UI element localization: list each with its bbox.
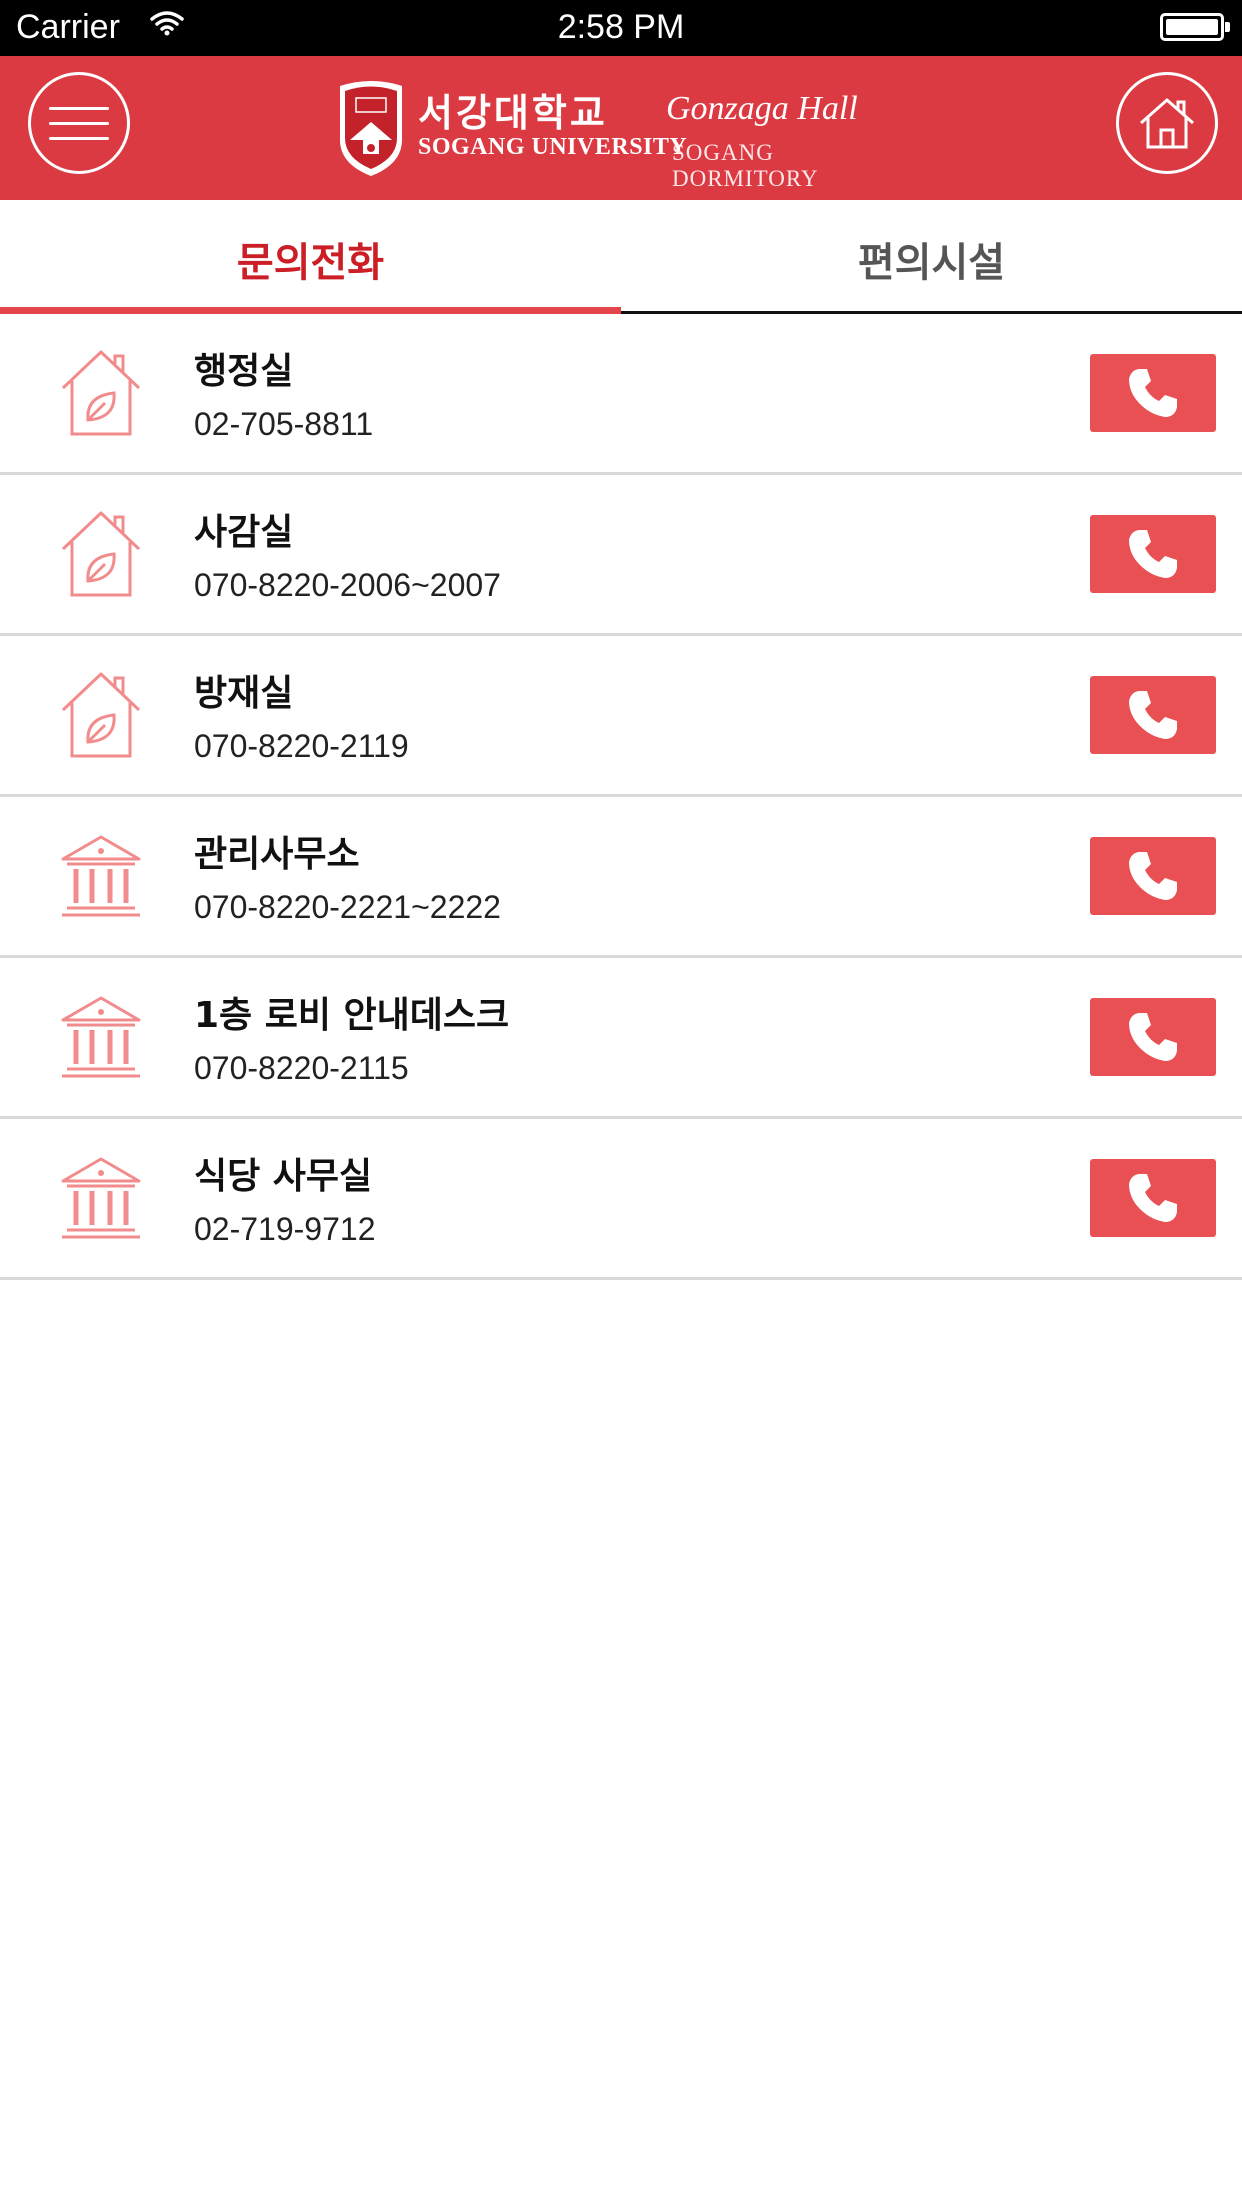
contact-name: 방재실 xyxy=(194,673,294,714)
tab-label: 편의시설 xyxy=(857,240,1006,286)
contact-name: 식당 사무실 xyxy=(194,1156,373,1197)
tab-inquiry-phone[interactable]: 문의전화 xyxy=(0,200,621,314)
call-button[interactable] xyxy=(1090,676,1216,754)
call-button[interactable] xyxy=(1090,837,1216,915)
home-button[interactable] xyxy=(1116,72,1218,174)
app-header: 서강대학교 SOGANG UNIVERSITY Gonzaga Hall SOG… xyxy=(0,56,1242,200)
contact-phone: 02-705-8811 xyxy=(194,406,374,442)
clock: 2:58 PM xyxy=(557,8,685,46)
logo-korean-text: 서강대학교 xyxy=(418,91,608,135)
house-leaf-icon xyxy=(61,511,141,597)
contact-phone: 02-719-9712 xyxy=(194,1211,376,1247)
tab-bar: 문의전화 편의시설 xyxy=(0,200,1242,314)
contact-phone: 070-8220-2115 xyxy=(194,1050,409,1086)
dormitory-label: SOGANG DORMITORY xyxy=(672,140,819,191)
contact-row: 방재실 070-8220-2119 xyxy=(0,636,1242,797)
house-leaf-icon xyxy=(61,672,141,758)
home-icon xyxy=(1140,98,1194,149)
tab-label: 문의전화 xyxy=(236,240,385,286)
contact-row: 사감실 070-8220-2006~2007 xyxy=(0,475,1242,636)
hamburger-menu-icon xyxy=(49,95,109,152)
contact-phone: 070-8220-2221~2222 xyxy=(194,889,501,925)
hall-name: Gonzaga Hall xyxy=(666,90,858,127)
phone-icon xyxy=(1129,1174,1177,1222)
call-button[interactable] xyxy=(1090,354,1216,432)
phone-icon xyxy=(1129,1013,1177,1061)
contact-name: 행정실 xyxy=(194,351,294,392)
tab-facilities[interactable]: 편의시설 xyxy=(621,200,1242,314)
building-icon xyxy=(61,1157,141,1239)
menu-button[interactable] xyxy=(28,72,130,174)
contact-row: 식당 사무실 02-719-9712 xyxy=(0,1119,1242,1280)
university-crest-icon xyxy=(340,81,402,176)
contact-name: 1층 로비 안내데스크 xyxy=(194,995,510,1036)
contact-list: 행정실 02-705-8811 사감실 070-8220-2006~2007 방… xyxy=(0,314,1242,1280)
call-button[interactable] xyxy=(1090,515,1216,593)
contact-name: 사감실 xyxy=(194,512,294,553)
phone-icon xyxy=(1129,369,1177,417)
university-logo: 서강대학교 SOGANG UNIVERSITY Gonzaga Hall SOG… xyxy=(336,74,916,191)
contact-row: 1층 로비 안내데스크 070-8220-2115 xyxy=(0,958,1242,1119)
contact-row: 행정실 02-705-8811 xyxy=(0,314,1242,475)
house-leaf-icon xyxy=(61,350,141,436)
building-icon xyxy=(61,835,141,917)
status-bar: Carrier 2:58 PM xyxy=(0,0,1242,56)
contact-phone: 070-8220-2006~2007 xyxy=(194,567,501,603)
contact-name: 관리사무소 xyxy=(194,834,360,875)
call-button[interactable] xyxy=(1090,1159,1216,1237)
phone-icon xyxy=(1129,691,1177,739)
battery-icon xyxy=(1160,13,1230,41)
call-button[interactable] xyxy=(1090,998,1216,1076)
logo-english-text: SOGANG UNIVERSITY xyxy=(418,134,688,160)
contact-phone: 070-8220-2119 xyxy=(194,728,409,764)
phone-icon xyxy=(1129,530,1177,578)
contact-row: 관리사무소 070-8220-2221~2222 xyxy=(0,797,1242,958)
building-icon xyxy=(61,996,141,1078)
phone-icon xyxy=(1129,852,1177,900)
